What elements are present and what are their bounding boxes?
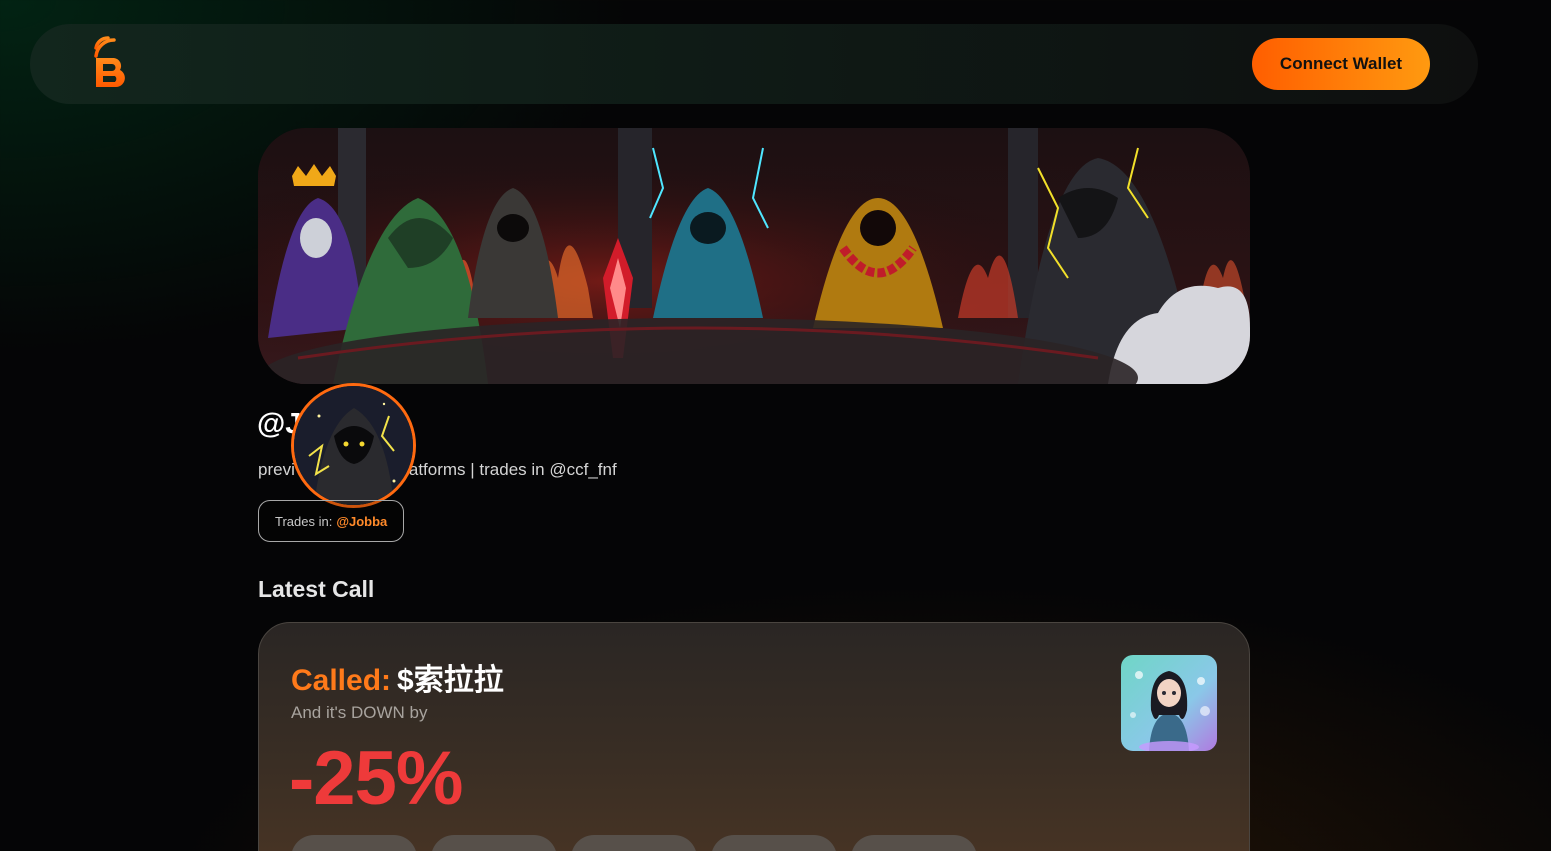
- trades-in-handle-link[interactable]: @Jobba: [336, 514, 387, 529]
- latest-call-card[interactable]: Called: $索拉拉 And it's DOWN by -25%: [258, 622, 1250, 851]
- trades-in-label: Trades in:: [275, 513, 333, 529]
- call-stats-row: [291, 835, 977, 851]
- latest-call-heading: Latest Call: [258, 576, 375, 602]
- token-image: [1121, 655, 1217, 751]
- stat-chip: [571, 835, 697, 851]
- profile-banner: [258, 128, 1250, 384]
- brand-logo-icon[interactable]: [94, 36, 132, 90]
- stat-chip: [291, 835, 417, 851]
- direction-text: And it's DOWN by: [291, 703, 428, 722]
- stat-chip: [431, 835, 557, 851]
- called-token: $索拉拉: [397, 664, 504, 697]
- called-label: Called:: [291, 664, 392, 697]
- connect-wallet-button[interactable]: Connect Wallet: [1252, 38, 1430, 90]
- stat-chip: [711, 835, 837, 851]
- navbar: Connect Wallet: [30, 24, 1478, 104]
- price-change-value: -25%: [289, 736, 463, 821]
- profile-avatar: [291, 383, 416, 508]
- called-line: Called: $索拉拉: [291, 655, 504, 699]
- stat-chip: [851, 835, 977, 851]
- trades-in-pill[interactable]: Trades in: @Jobba: [258, 500, 405, 542]
